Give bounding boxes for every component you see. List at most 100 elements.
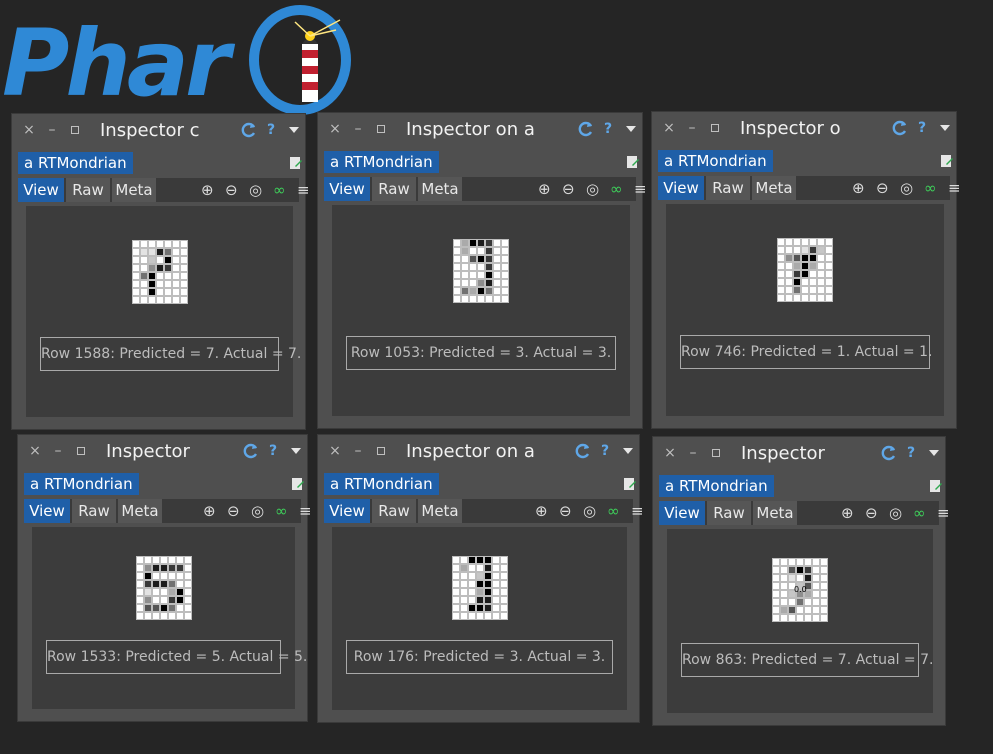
toolbar-menu-icon[interactable]: ≡ — [631, 504, 645, 519]
zoom-in-icon[interactable]: ⊕ — [201, 183, 215, 198]
glasses-icon[interactable]: ∞ — [275, 504, 289, 519]
edit-icon[interactable] — [623, 476, 637, 490]
digit-pixel-grid[interactable] — [135, 556, 192, 620]
object-label-tab[interactable]: a RTMondrian — [24, 473, 139, 495]
window-menu-icon[interactable] — [289, 127, 299, 133]
tab-meta[interactable]: Meta — [752, 176, 796, 200]
inspector-window[interactable]: × – Inspector on a? a RTMondrian View Raw Meta… — [317, 434, 644, 723]
minimize-icon[interactable]: – — [351, 122, 365, 136]
zoom-reset-icon[interactable]: ◎ — [249, 183, 263, 198]
toolbar-menu-icon[interactable]: ≡ — [297, 183, 311, 198]
tab-meta[interactable]: Meta — [418, 177, 462, 201]
toolbar-menu-icon[interactable]: ≡ — [937, 506, 951, 521]
edit-icon[interactable] — [291, 476, 305, 490]
window-menu-icon[interactable] — [940, 125, 950, 131]
window-titlebar[interactable]: × – Inspector? — [653, 437, 945, 471]
refresh-icon[interactable] — [891, 119, 909, 137]
glasses-icon[interactable]: ∞ — [610, 182, 624, 197]
edit-icon[interactable] — [929, 478, 943, 492]
zoom-out-icon[interactable]: ⊖ — [559, 504, 573, 519]
tab-view[interactable]: View — [659, 501, 705, 525]
window-titlebar[interactable]: × – Inspector on a? — [318, 435, 639, 469]
minimize-icon[interactable]: – — [686, 446, 700, 460]
zoom-out-icon[interactable]: ⊖ — [865, 506, 879, 521]
glasses-icon[interactable]: ∞ — [913, 506, 927, 521]
glasses-icon[interactable]: ∞ — [924, 181, 938, 196]
inspector-window[interactable]: × – Inspector? a RTMondrian View Raw Meta ⊕ ⊖ ◎ ∞ ≡… — [652, 436, 950, 726]
window-titlebar[interactable]: × – Inspector c? — [12, 114, 305, 148]
toolbar-menu-icon[interactable]: ≡ — [299, 504, 313, 519]
inspector-window[interactable]: × – Inspector? a RTMondrian View Raw Meta ⊕ ⊖ ◎ ∞ ≡… — [17, 434, 312, 722]
tab-meta[interactable]: Meta — [112, 178, 156, 202]
inspector-window[interactable]: × – Inspector on a? a RTMondrian View Raw Meta… — [317, 112, 647, 429]
refresh-icon[interactable] — [880, 444, 898, 462]
object-label-tab[interactable]: a RTMondrian — [18, 152, 133, 174]
zoom-reset-icon[interactable]: ◎ — [889, 506, 903, 521]
digit-pixel-grid[interactable] — [451, 556, 508, 620]
inspector-window[interactable]: × – Inspector o? a RTMondrian View Raw Meta ⊕ ⊖ ◎… — [651, 111, 961, 429]
help-icon[interactable]: ? — [269, 442, 277, 460]
tab-view[interactable]: View — [18, 178, 64, 202]
object-label-tab[interactable]: a RTMondrian — [658, 150, 773, 172]
tab-raw[interactable]: Raw — [707, 501, 751, 525]
maximize-icon[interactable] — [708, 121, 722, 135]
minimize-icon[interactable]: – — [45, 123, 59, 137]
view-canvas[interactable]: Row 1053: Predicted = 3. Actual = 3. — [332, 205, 630, 416]
tab-view[interactable]: View — [324, 177, 370, 201]
refresh-icon[interactable] — [577, 120, 595, 138]
maximize-icon[interactable] — [374, 444, 388, 458]
zoom-in-icon[interactable]: ⊕ — [203, 504, 217, 519]
window-menu-icon[interactable] — [291, 448, 301, 454]
window-menu-icon[interactable] — [929, 450, 939, 456]
digit-pixel-grid[interactable] — [453, 239, 509, 303]
zoom-reset-icon[interactable]: ◎ — [900, 181, 914, 196]
maximize-icon[interactable] — [74, 444, 88, 458]
glasses-icon[interactable]: ∞ — [607, 504, 621, 519]
window-menu-icon[interactable] — [623, 448, 633, 454]
glasses-icon[interactable]: ∞ — [273, 183, 287, 198]
tab-meta[interactable]: Meta — [753, 501, 797, 525]
window-titlebar[interactable]: × – Inspector? — [18, 435, 307, 469]
tab-raw[interactable]: Raw — [72, 499, 116, 523]
minimize-icon[interactable]: – — [685, 121, 699, 135]
tab-raw[interactable]: Raw — [706, 176, 750, 200]
view-canvas[interactable]: Row 1588: Predicted = 7. Actual = 7. — [26, 206, 301, 417]
maximize-icon[interactable] — [709, 446, 723, 460]
edit-icon[interactable] — [940, 153, 954, 167]
close-icon[interactable]: × — [328, 444, 342, 458]
digit-pixel-grid[interactable] — [131, 240, 188, 304]
edit-icon[interactable] — [626, 154, 640, 168]
inspector-window[interactable]: × – Inspector c? a RTMondrian View Raw Meta ⊕ ⊖ ◎… — [11, 113, 310, 430]
zoom-in-icon[interactable]: ⊕ — [852, 181, 866, 196]
object-label-tab[interactable]: a RTMondrian — [324, 473, 439, 495]
zoom-in-icon[interactable]: ⊕ — [538, 182, 552, 197]
toolbar-menu-icon[interactable]: ≡ — [948, 181, 962, 196]
tab-view[interactable]: View — [324, 499, 370, 523]
close-icon[interactable]: × — [22, 123, 36, 137]
tab-meta[interactable]: Meta — [118, 499, 162, 523]
close-icon[interactable]: × — [662, 121, 676, 135]
minimize-icon[interactable]: – — [51, 444, 65, 458]
zoom-out-icon[interactable]: ⊖ — [227, 504, 241, 519]
maximize-icon[interactable] — [374, 122, 388, 136]
tab-view[interactable]: View — [24, 499, 70, 523]
tab-meta[interactable]: Meta — [418, 499, 462, 523]
window-titlebar[interactable]: × – Inspector on a? — [318, 113, 642, 147]
help-icon[interactable]: ? — [601, 442, 609, 460]
zoom-out-icon[interactable]: ⊖ — [225, 183, 239, 198]
help-icon[interactable]: ? — [267, 121, 275, 139]
tab-raw[interactable]: Raw — [66, 178, 110, 202]
close-icon[interactable]: × — [663, 446, 677, 460]
window-menu-icon[interactable] — [626, 126, 636, 132]
zoom-in-icon[interactable]: ⊕ — [841, 506, 855, 521]
digit-pixel-grid[interactable] — [777, 238, 833, 302]
help-icon[interactable]: ? — [604, 120, 612, 138]
window-titlebar[interactable]: × – Inspector o? — [652, 112, 956, 146]
zoom-reset-icon[interactable]: ◎ — [583, 504, 597, 519]
zoom-reset-icon[interactable]: ◎ — [586, 182, 600, 197]
help-icon[interactable]: ? — [918, 119, 926, 137]
zoom-out-icon[interactable]: ⊖ — [562, 182, 576, 197]
zoom-out-icon[interactable]: ⊖ — [876, 181, 890, 196]
close-icon[interactable]: × — [28, 444, 42, 458]
refresh-icon[interactable] — [574, 442, 592, 460]
